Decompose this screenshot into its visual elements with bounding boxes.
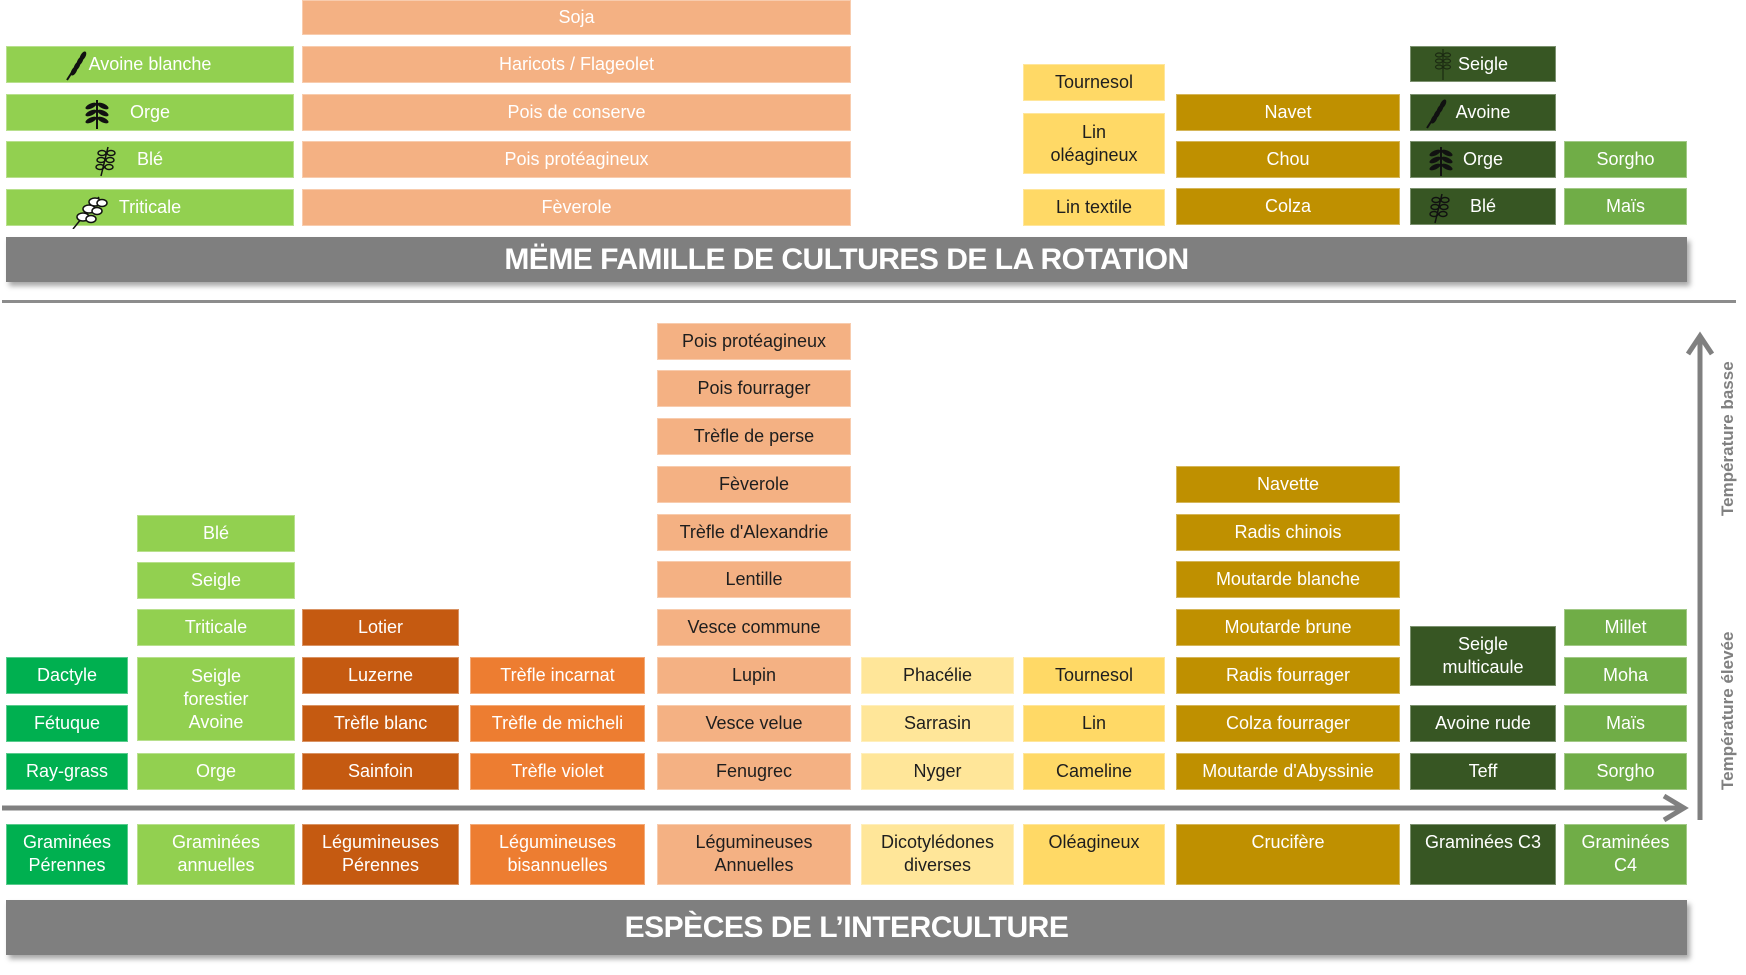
axis-label-temperature-basse: Température basse [1718,361,1737,516]
bottom-section-title: ESPÈCES DE L’INTERCULTURE [6,900,1687,955]
axis-label-temperature-elevee: Température élevée [1718,631,1737,790]
temperature-arrows [2,331,1715,823]
